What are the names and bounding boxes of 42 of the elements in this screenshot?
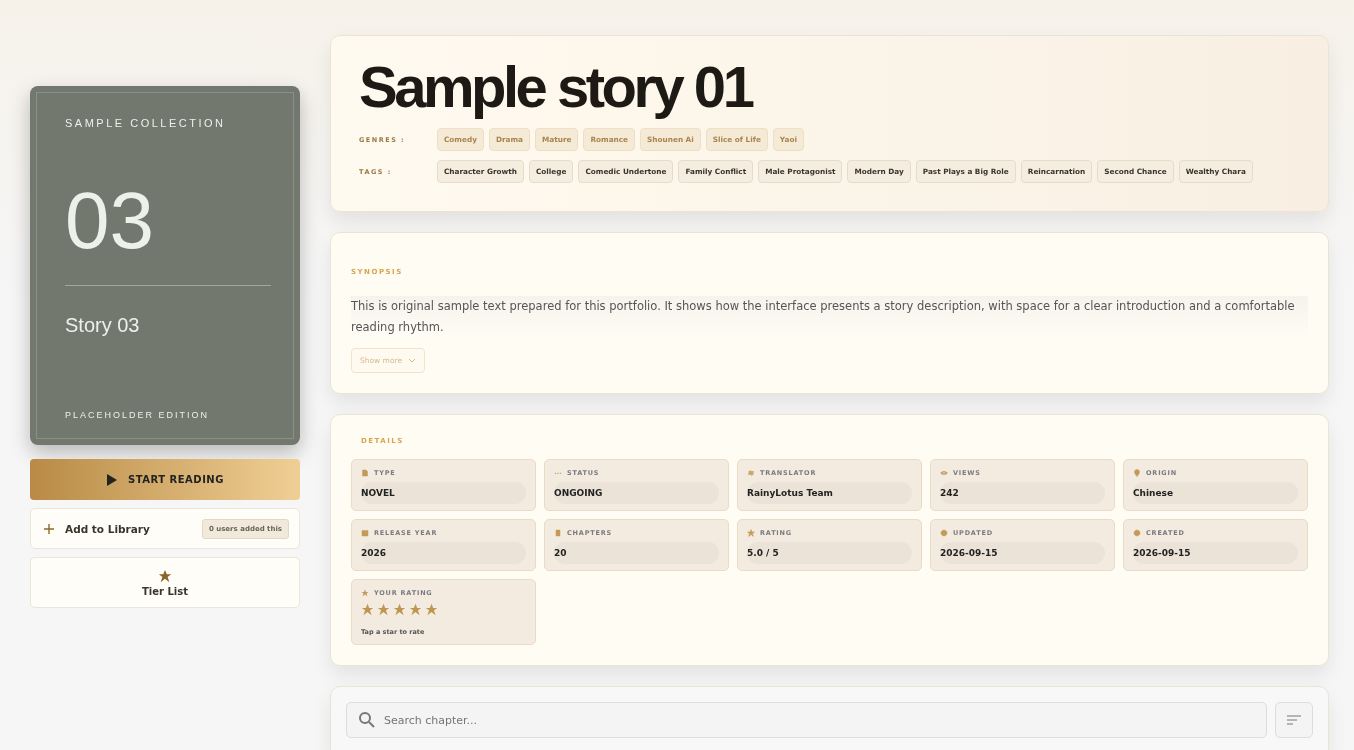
detail-icon xyxy=(361,469,369,477)
rating-star-icon[interactable] xyxy=(393,603,406,616)
detail-icon xyxy=(747,469,755,477)
detail-icon xyxy=(361,529,369,537)
cover-story-title: Story 03 xyxy=(65,314,141,337)
detail-value: ONGOING xyxy=(554,482,719,504)
collection-label: SAMPLE COLLECTION xyxy=(65,117,227,129)
detail-value: 5.0 / 5 xyxy=(747,542,912,564)
detail-icon xyxy=(1133,529,1141,537)
detail-icon xyxy=(554,469,562,477)
detail-value: Chinese xyxy=(1133,482,1298,504)
edition-label: PLACEHOLDER EDITION xyxy=(65,410,211,420)
cover-number: 03 xyxy=(65,181,155,261)
detail-value: 20 xyxy=(554,542,719,564)
start-reading-button[interactable]: START READING xyxy=(30,459,300,500)
detail-icon xyxy=(940,529,948,537)
search-icon xyxy=(358,711,376,729)
detail-value: 2026-09-15 xyxy=(1133,542,1298,564)
add-to-library-label: Add to Library xyxy=(65,522,150,535)
detail-icon xyxy=(554,529,562,537)
detail-icon xyxy=(1133,469,1141,477)
plus-icon xyxy=(43,522,55,535)
rating-star-icon[interactable] xyxy=(425,603,438,616)
detail-value: 2026 xyxy=(361,542,526,564)
play-icon xyxy=(106,472,119,487)
tier-list-label: Tier List xyxy=(142,585,188,597)
star-icon xyxy=(361,589,369,597)
detail-value: 242 xyxy=(940,482,1105,504)
detail-value: 2026-09-15 xyxy=(940,542,1105,564)
detail-icon xyxy=(747,529,755,537)
chevron-down-icon xyxy=(408,357,417,364)
rating-star-icon[interactable] xyxy=(377,603,390,616)
tier-list-button[interactable]: Tier List xyxy=(30,557,300,608)
detail-value: RainyLotus Team xyxy=(747,482,912,504)
search-field[interactable]: Search chapter... xyxy=(346,702,1267,738)
detail-value: NOVEL xyxy=(361,482,526,504)
sort-icon xyxy=(1287,714,1301,725)
sort-button[interactable] xyxy=(1275,702,1313,738)
detail-icon xyxy=(940,469,948,477)
rating-star-icon[interactable] xyxy=(409,603,422,616)
star-icon xyxy=(158,568,172,583)
rating-star-icon[interactable] xyxy=(361,603,374,616)
